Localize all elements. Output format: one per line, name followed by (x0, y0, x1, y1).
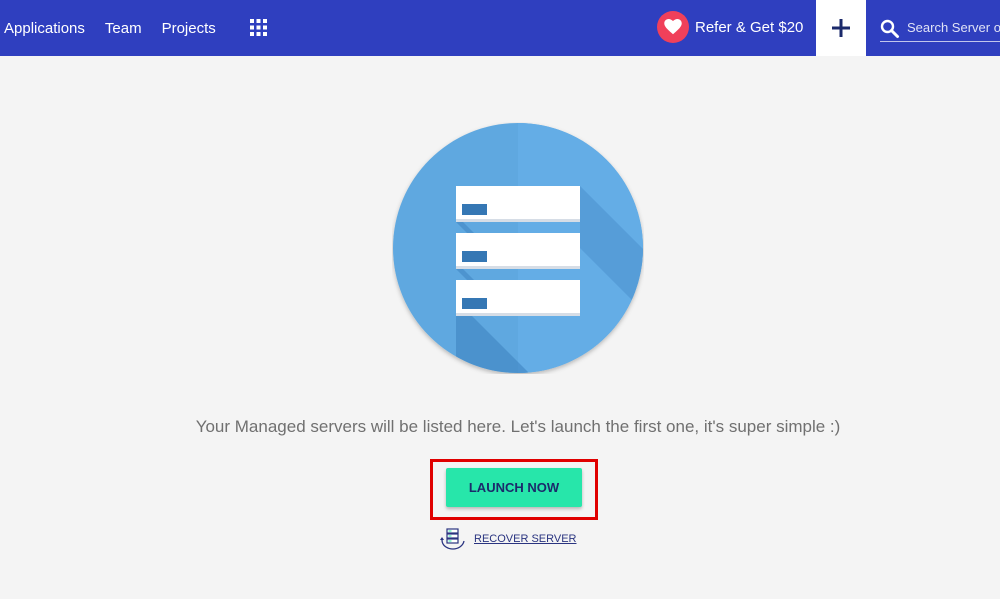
server-recover-icon (440, 528, 465, 550)
search-input[interactable] (907, 16, 1000, 38)
recover-server-link[interactable]: RECOVER SERVER (440, 528, 577, 550)
main-nav: Applications Team Projects (4, 0, 236, 56)
search-bar (880, 14, 1000, 42)
add-button[interactable] (816, 0, 866, 56)
refer-label: Refer & Get $20 (695, 18, 804, 36)
grid-icon[interactable] (250, 19, 267, 36)
launch-now-button[interactable]: LAUNCH NOW (446, 468, 582, 507)
heart-icon (657, 11, 689, 43)
plus-icon (832, 19, 850, 37)
servers-illustration (393, 123, 643, 373)
empty-state-message: Your Managed servers will be listed here… (195, 417, 841, 436)
top-navbar: Applications Team Projects Refer & Get $… (0, 0, 1000, 56)
nav-team[interactable]: Team (105, 20, 142, 37)
nav-projects[interactable]: Projects (162, 20, 216, 37)
refer-link[interactable]: Refer & Get $20 (657, 11, 803, 43)
recover-server-label: RECOVER SERVER (474, 533, 577, 545)
search-icon[interactable] (880, 19, 900, 39)
server-stack-icon (456, 186, 580, 316)
nav-applications[interactable]: Applications (4, 20, 85, 37)
